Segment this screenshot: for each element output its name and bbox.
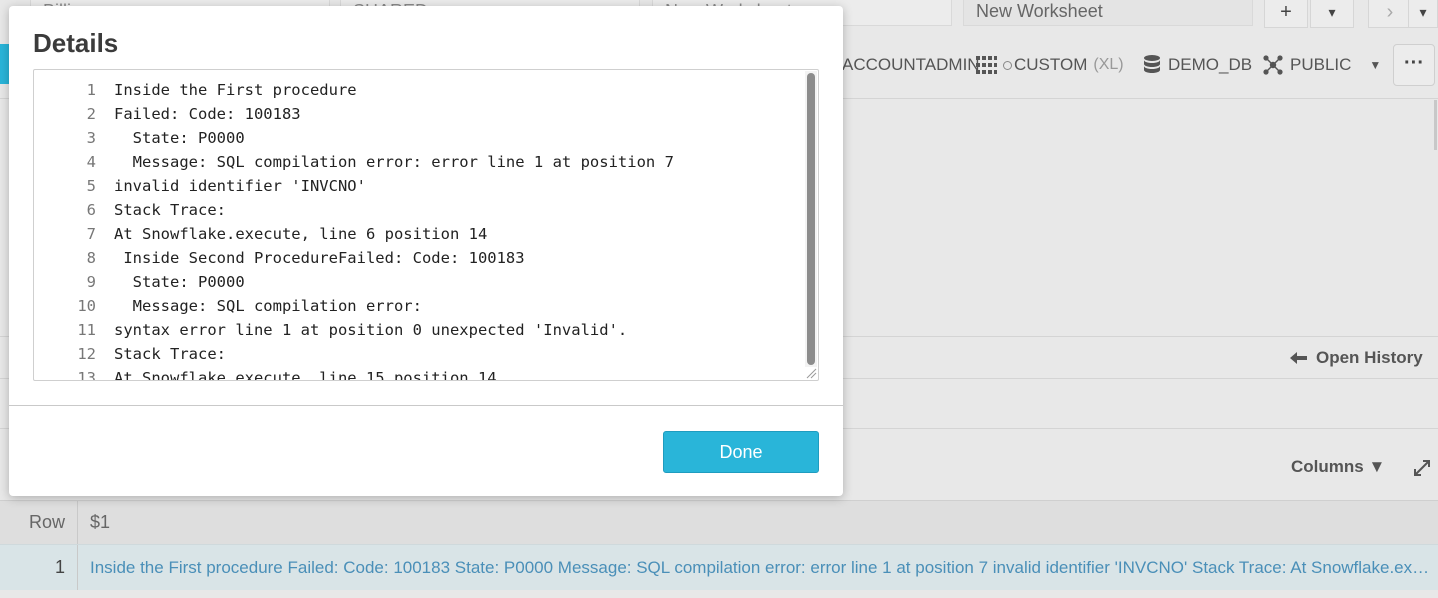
line-text: State: P0000 [114, 129, 245, 147]
line-text: invalid identifier 'INVCNO' [114, 177, 366, 195]
tab-next-button[interactable]: › [1368, 0, 1412, 28]
line-text: Inside the First procedure [114, 81, 357, 99]
line-number: 7 [86, 225, 96, 243]
line-number: 8 [86, 249, 96, 267]
columns-button[interactable]: Columns ▼ [1291, 457, 1385, 477]
row-column-header[interactable]: Row [0, 501, 78, 544]
context-warehouse[interactable]: CUSTOM (XL) [975, 48, 1124, 82]
context-database[interactable]: DEMO_DB [1142, 48, 1252, 82]
more-options-button[interactable]: ··· [1393, 44, 1435, 86]
line-number: 3 [86, 129, 96, 147]
code-line: 7 At Snowflake.execute, line 6 position 1… [34, 222, 804, 246]
code-line: 2 Failed: Code: 100183 [34, 102, 804, 126]
role-label: ACCOUNTADMIN [842, 55, 980, 74]
code-lines: 1 Inside the First procedure 2 Failed: Code… [34, 78, 804, 381]
line-number: 10 [77, 297, 96, 315]
line-text: syntax error line 1 at position 0 unexpe… [114, 321, 628, 339]
line-text: Stack Trace: [114, 201, 226, 219]
details-scrollbar-thumb[interactable] [807, 73, 815, 365]
line-number: 9 [86, 273, 96, 291]
dialog-footer-divider [9, 405, 843, 406]
line-text: At Snowflake.execute, line 6 position 14 [114, 225, 488, 243]
open-history-label: Open History [1316, 348, 1423, 367]
schema-label: PUBLIC [1290, 55, 1352, 74]
line-number: 5 [86, 177, 96, 195]
open-history-button[interactable]: Open History [1290, 348, 1423, 368]
tab-new-worksheet[interactable]: New Worksheet [963, 0, 1253, 26]
resize-grip-icon[interactable] [805, 367, 817, 379]
dialog-title: Details [33, 28, 119, 58]
code-line: 9 State: P0000 [34, 270, 804, 294]
warehouse-label: CUSTOM [1014, 55, 1088, 74]
add-tab-button[interactable]: + [1264, 0, 1308, 28]
context-schema[interactable]: PUBLIC ▼ [1262, 48, 1381, 82]
code-line: 1 Inside the First procedure [34, 78, 804, 102]
context-role[interactable]: ACCOUNTADMIN [842, 48, 980, 82]
tab-menu-button[interactable]: ▾ [1408, 0, 1438, 28]
line-text: Failed: Code: 100183 [114, 105, 301, 123]
tab-dropdown-button[interactable]: ▾ [1310, 0, 1354, 28]
line-text: Message: SQL compilation error: error li… [114, 153, 674, 171]
expand-icon[interactable] [1412, 458, 1432, 478]
code-line: 4 Message: SQL compilation error: error … [34, 150, 804, 174]
code-line: 11 syntax error line 1 at position 0 unex… [34, 318, 804, 342]
line-number: 12 [77, 345, 96, 363]
schema-dropdown-icon: ▼ [1369, 58, 1382, 72]
row-number: 1 [0, 545, 78, 590]
editor-scrollbar[interactable] [1434, 100, 1437, 150]
code-line: 8 Inside Second ProcedureFailed: Code: 1… [34, 246, 804, 270]
warehouse-status-icon [1003, 60, 1012, 70]
warehouse-size: (XL) [1093, 56, 1124, 73]
done-button[interactable]: Done [663, 431, 819, 473]
line-text: Message: SQL compilation error: [114, 297, 422, 315]
line-text: State: P0000 [114, 273, 245, 291]
details-text-area[interactable]: 1 Inside the First procedure 2 Failed: Code… [33, 69, 819, 381]
value-column-header[interactable]: $1 [90, 501, 1430, 544]
line-number: 2 [86, 105, 96, 123]
schema-icon [1263, 55, 1283, 75]
code-line: 3 State: P0000 [34, 126, 804, 150]
code-line: 12 Stack Trace: [34, 342, 804, 366]
database-icon [1144, 55, 1160, 73]
line-text: At Snowflake.execute, line 15 position 1… [114, 369, 497, 381]
line-text: Stack Trace: [114, 345, 226, 363]
warehouse-grid-icon [976, 56, 997, 74]
code-line: 10 Message: SQL compilation error: [34, 294, 804, 318]
code-line: 6 Stack Trace: [34, 198, 804, 222]
line-text: Inside Second ProcedureFailed: Code: 100… [114, 249, 525, 267]
row-value[interactable]: Inside the First procedure Failed: Code:… [90, 545, 1430, 590]
details-dialog: Details 1 Inside the First procedure 2 Fail… [9, 6, 843, 496]
line-number: 13 [77, 369, 96, 381]
line-number: 1 [86, 81, 96, 99]
line-number: 11 [77, 321, 96, 339]
line-number: 6 [86, 201, 96, 219]
database-label: DEMO_DB [1168, 55, 1253, 74]
table-row[interactable]: 1 Inside the First procedure Failed: Cod… [0, 544, 1438, 590]
code-line: 5 invalid identifier 'INVCNO' [34, 174, 804, 198]
results-table-header: Row $1 [0, 500, 1438, 544]
line-number: 4 [86, 153, 96, 171]
arrow-left-icon [1290, 352, 1307, 364]
code-line: 13 At Snowflake.execute, line 15 position… [34, 366, 804, 381]
